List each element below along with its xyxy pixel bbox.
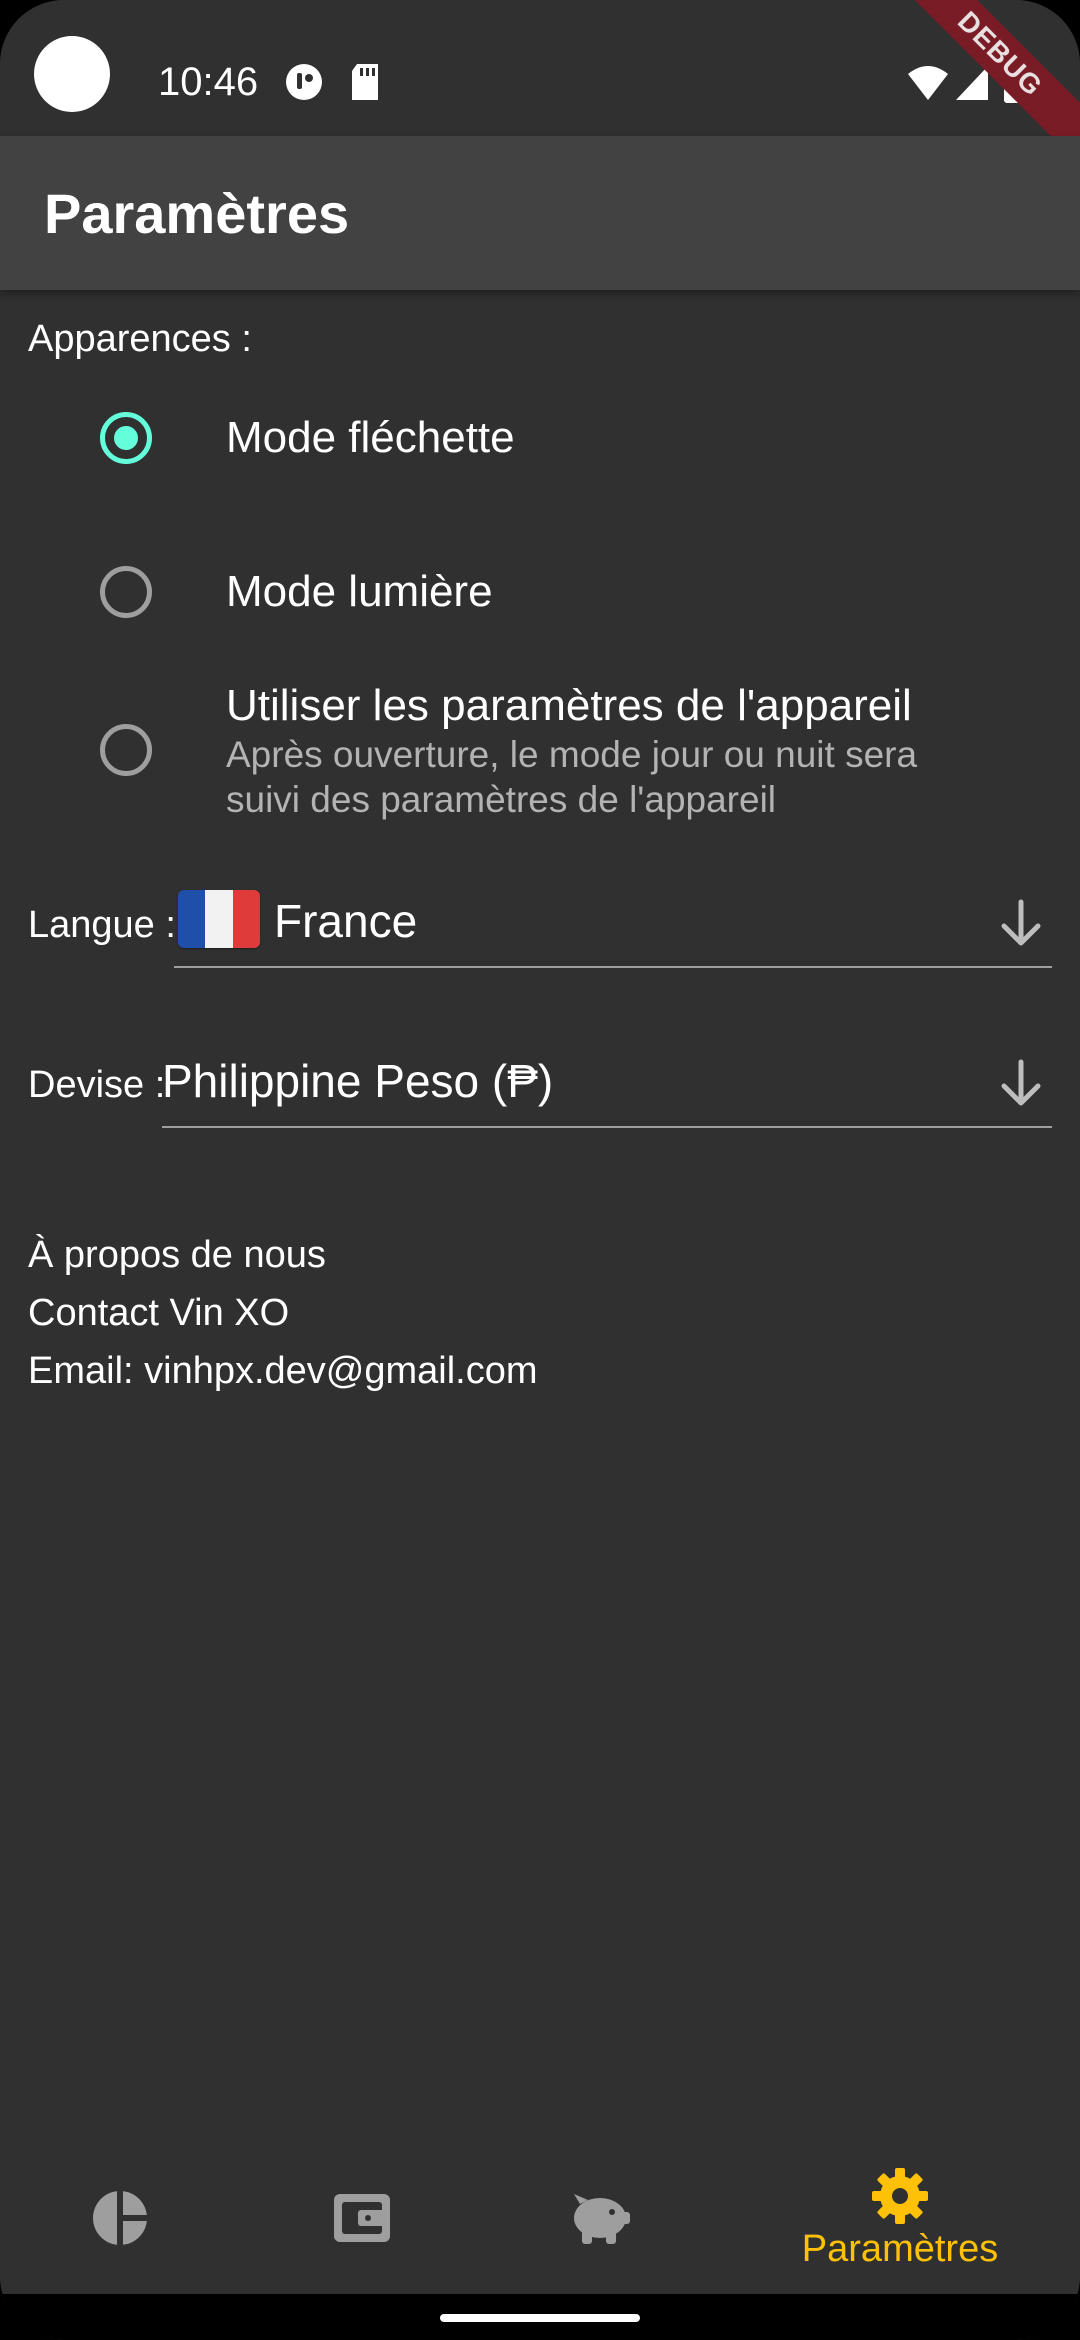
- nav-item-statistics[interactable]: [0, 2140, 240, 2294]
- piggy-bank-icon: [574, 2194, 630, 2244]
- currency-value: Philippine Peso (₱): [162, 1055, 554, 1107]
- about-email[interactable]: Email: vinhpx.dev@gmail.com: [28, 1348, 538, 1394]
- flag-stripe-white: [205, 890, 233, 948]
- flag-stripe-red: [232, 890, 260, 948]
- radio-light-mode[interactable]: [100, 566, 152, 618]
- radio-subtitle-device-settings: Après ouverture, le mode jour ou nuit se…: [226, 734, 918, 820]
- page-title: Paramètres: [44, 182, 350, 245]
- bottom-navigation: Paramètres: [0, 2140, 1080, 2294]
- appearance-label: Apparences :: [28, 318, 252, 360]
- app-bar: Paramètres: [0, 136, 1080, 290]
- sd-card-icon: [352, 64, 378, 100]
- nav-item-wallet[interactable]: [240, 2140, 480, 2294]
- arrow-down-icon: [1001, 1059, 1041, 1106]
- status-bar: 10:46 DEBUG: [0, 0, 1080, 176]
- wallet-icon: [334, 2194, 390, 2242]
- about-contact: Contact Vin XO: [28, 1292, 290, 1334]
- currency-label: Devise :: [28, 1064, 166, 1106]
- france-flag-icon: [178, 890, 260, 948]
- status-clock: 10:46: [158, 60, 259, 104]
- about-title: À propos de nous: [28, 1234, 326, 1276]
- language-dropdown[interactable]: France: [174, 876, 1052, 968]
- gear-icon: [872, 2168, 928, 2224]
- radio-title-dart-mode: Mode fléchette: [226, 413, 515, 462]
- nav-label-settings: Paramètres: [801, 2228, 999, 2270]
- language-value: France: [274, 895, 418, 947]
- system-navigation-bar: [0, 2294, 1080, 2340]
- radio-title-light-mode: Mode lumière: [226, 567, 493, 616]
- arrow-down-icon: [1001, 899, 1041, 946]
- radio-title-device-settings: Utiliser les paramètres de l'appareil: [226, 681, 912, 730]
- gesture-handle[interactable]: [440, 2314, 640, 2322]
- radio-device-settings[interactable]: [100, 724, 152, 776]
- camera-cutout: [34, 36, 110, 112]
- pie-chart-icon: [93, 2190, 148, 2246]
- currency-dropdown[interactable]: Philippine Peso (₱): [162, 1036, 1052, 1128]
- notification-app-icon: [286, 64, 322, 100]
- nav-item-settings[interactable]: Paramètres: [720, 2140, 1080, 2294]
- flag-stripe-blue: [178, 890, 206, 948]
- phone-screen: 10:46 DEBUG Paramètres Apparences : Mode…: [0, 0, 1080, 2340]
- nav-item-savings[interactable]: [480, 2140, 720, 2294]
- radio-dart-mode[interactable]: [100, 412, 152, 464]
- wifi-icon: [908, 66, 948, 100]
- language-label: Langue :: [28, 904, 176, 946]
